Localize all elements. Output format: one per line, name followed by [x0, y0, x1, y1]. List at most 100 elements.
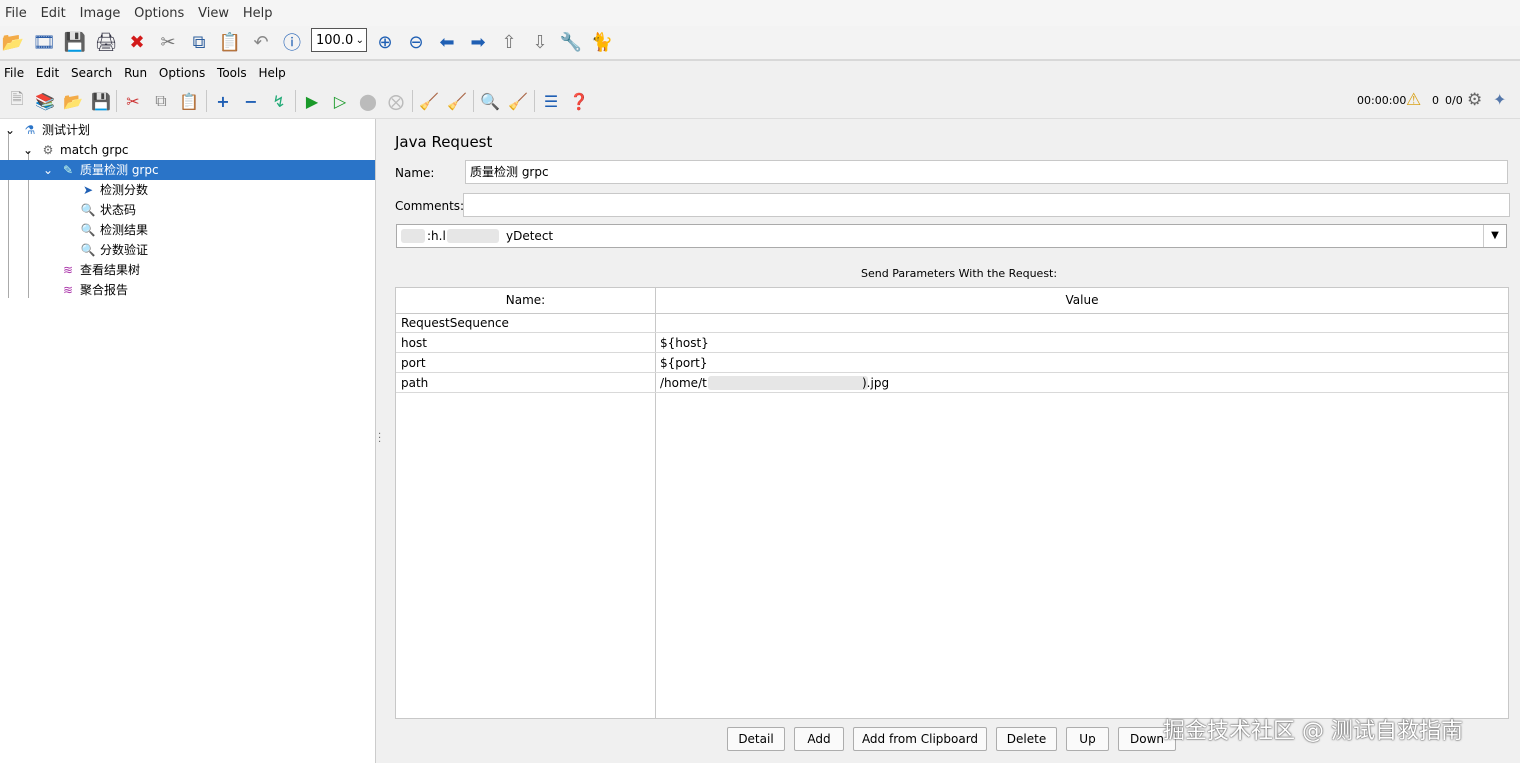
tree-node-test-plan[interactable]: ⌄ ⚗ 测试计划	[2, 120, 90, 140]
tree-node-label: 质量检测 grpc	[80, 163, 159, 177]
clear-icon[interactable]: 🧹	[417, 89, 441, 113]
search-icon[interactable]: 🔍	[478, 89, 502, 113]
start-no-pause-icon[interactable]: ▷	[328, 89, 352, 113]
zoom-value: 100.0	[316, 33, 354, 48]
arrow-left-icon[interactable]: ⬅	[434, 29, 460, 55]
chevron-down-icon[interactable]: ▼	[1483, 225, 1506, 247]
save-icon[interactable]: 💾	[89, 89, 113, 113]
redacted-region	[447, 229, 499, 243]
tree-node-assertion-result[interactable]: 🔍 检测结果	[80, 220, 149, 240]
info-icon[interactable]: ⓘ	[279, 29, 305, 55]
tree-node-assertion-status[interactable]: 🔍 状态码	[80, 200, 137, 220]
add-from-clipboard-button[interactable]: Add from Clipboard	[853, 727, 987, 751]
chevron-down-icon[interactable]: ⌄	[40, 160, 56, 180]
toggle-icon[interactable]: ↯	[267, 89, 291, 113]
undo-icon[interactable]: ↶	[248, 29, 274, 55]
zoom-out-icon[interactable]: ⊖	[403, 29, 429, 55]
app-menu-search[interactable]: Search	[67, 62, 116, 80]
start-icon[interactable]: ▶	[300, 89, 324, 113]
table-row[interactable]: path /home/t ).jpg	[396, 373, 1508, 393]
delete-button[interactable]: Delete	[996, 727, 1057, 751]
tree-node-assertion-score[interactable]: 🔍 分数验证	[80, 240, 149, 260]
tree-node-label: 查看结果树	[80, 263, 141, 277]
stop-icon[interactable]: ⬤	[356, 89, 380, 113]
up-button[interactable]: Up	[1066, 727, 1109, 751]
viewer-menu-image[interactable]: Image	[75, 0, 126, 21]
warning-icon[interactable]: ⚠	[1406, 90, 1421, 110]
tree-node-view-results-tree[interactable]: ≋ 查看结果树	[60, 260, 140, 280]
collapse-icon[interactable]: −	[239, 89, 263, 113]
app-menu-help[interactable]: Help	[254, 62, 289, 80]
page-down-icon[interactable]: ⇩	[527, 29, 553, 55]
column-header-name[interactable]: Name:	[396, 288, 655, 314]
cut-icon[interactable]: ✂	[155, 29, 181, 55]
sampler-icon: ✎	[62, 163, 74, 177]
app-menu-file[interactable]: File	[0, 62, 28, 80]
save-icon[interactable]: 💾	[62, 29, 88, 55]
param-name: RequestSequence	[401, 316, 509, 330]
copy-icon[interactable]: ⧉	[149, 89, 173, 113]
help-icon[interactable]: ❓	[567, 89, 591, 113]
viewer-menu-options[interactable]: Options	[129, 0, 189, 21]
table-row[interactable]: port ${port}	[396, 353, 1508, 373]
print-icon[interactable]: 🖨	[93, 29, 119, 55]
paste-icon[interactable]: 📋	[217, 29, 243, 55]
irfan-cat-icon[interactable]: 🐈	[589, 29, 615, 55]
open-icon[interactable]: 📂	[61, 89, 85, 113]
expand-icon[interactable]: +	[211, 89, 235, 113]
column-header-value[interactable]: Value	[656, 288, 1508, 314]
arrow-right-icon[interactable]: ➡	[465, 29, 491, 55]
tree-node-aggregate-report[interactable]: ≋ 聚合报告	[60, 280, 128, 300]
table-row[interactable]: host ${host}	[396, 333, 1508, 353]
tools-icon[interactable]: 🔧	[558, 29, 584, 55]
viewer-menu-edit[interactable]: Edit	[36, 0, 71, 21]
viewer-menu-help[interactable]: Help	[238, 0, 278, 21]
chevron-down-icon[interactable]: ⌄	[2, 120, 18, 140]
page-title: Java Request	[395, 133, 493, 151]
copy-icon[interactable]: ⧉	[186, 29, 212, 55]
param-name: host	[401, 336, 427, 350]
comments-field[interactable]	[463, 193, 1510, 217]
open-folder-icon[interactable]: 📂	[0, 29, 26, 55]
viewer-menu-file[interactable]: File	[0, 0, 32, 21]
page-up-icon[interactable]: ⇧	[496, 29, 522, 55]
templates-icon[interactable]: 📚	[33, 89, 57, 113]
viewer-menu-view[interactable]: View	[193, 0, 234, 21]
shutdown-icon[interactable]: ⨂	[384, 89, 408, 113]
zoom-in-icon[interactable]: ⊕	[372, 29, 398, 55]
app-menu-options[interactable]: Options	[155, 62, 209, 80]
tree-node-label: match grpc	[60, 143, 129, 157]
app-menu-edit[interactable]: Edit	[32, 62, 63, 80]
cut-icon[interactable]: ✂	[121, 89, 145, 113]
paste-icon[interactable]: 📋	[177, 89, 201, 113]
table-row[interactable]: RequestSequence	[396, 313, 1508, 333]
slideshow-icon[interactable]: 🎞	[31, 29, 57, 55]
new-icon[interactable]: 🗎	[5, 89, 29, 113]
name-field[interactable]: 质量检测 grpc	[465, 160, 1508, 184]
param-value-suffix: ).jpg	[862, 376, 890, 390]
remote-icon[interactable]: ⚙	[1467, 90, 1482, 110]
param-value-prefix: /home/t	[660, 376, 707, 390]
tree-node-preprocessor[interactable]: ➤ 检测分数	[80, 180, 148, 200]
detail-button[interactable]: Detail	[727, 727, 785, 751]
tree-node-java-request[interactable]: ⌄ ✎ 质量检测 grpc	[0, 160, 375, 180]
add-button[interactable]: Add	[794, 727, 844, 751]
test-plan-tree: ⌄ ⚗ 测试计划 ⌄ ⚙ match grpc ⌄ ✎ 质量检测 grpc ➤ 检测分数 🔍 状…	[0, 119, 376, 763]
reset-search-icon[interactable]: 🧹	[506, 89, 530, 113]
tree-node-label: 测试计划	[42, 123, 91, 137]
app-menu-run[interactable]: Run	[120, 62, 151, 80]
clear-all-icon[interactable]: 🧹	[445, 89, 469, 113]
app-menu-tools[interactable]: Tools	[213, 62, 251, 80]
viewer-menubar: File Edit Image Options View Help	[0, 0, 1520, 26]
params-title: Send Parameters With the Request:	[861, 267, 1058, 280]
tree-node-thread-group[interactable]: ⌄ ⚙ match grpc	[20, 140, 129, 160]
classname-select[interactable]: :h.l yDetect ▼	[396, 224, 1507, 248]
gear-icon: ⚙	[42, 143, 54, 157]
delete-icon[interactable]: ✖	[124, 29, 150, 55]
param-name: path	[401, 376, 429, 390]
elapsed-time: 00:00:00	[1357, 94, 1407, 107]
chevron-down-icon[interactable]: ⌄	[20, 140, 36, 160]
zoom-select[interactable]: 100.0 ⌄	[311, 28, 367, 52]
function-helper-icon[interactable]: ☰	[539, 89, 563, 113]
magnifier-icon: 🔍	[80, 243, 96, 257]
